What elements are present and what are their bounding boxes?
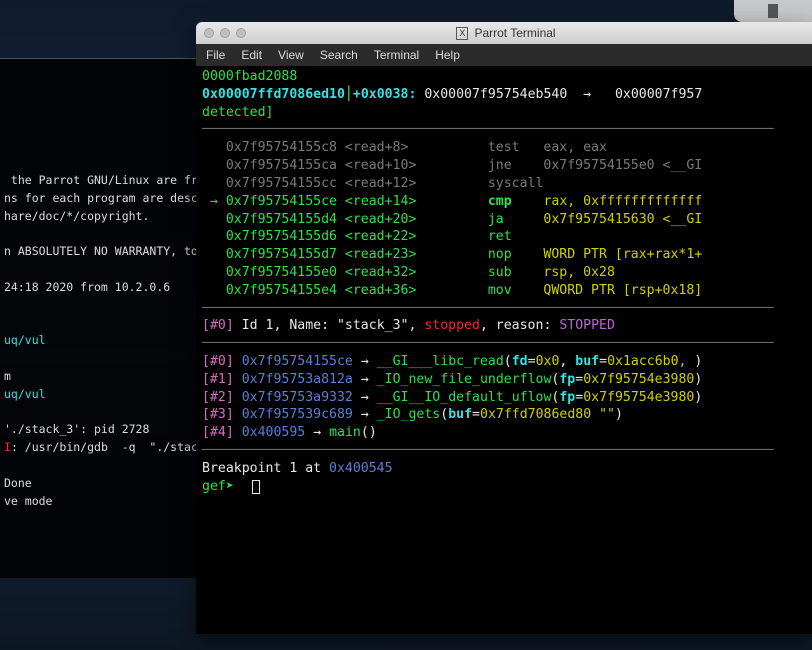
maximize-icon[interactable] bbox=[236, 28, 246, 38]
window-controls bbox=[196, 28, 254, 38]
minimize-icon[interactable] bbox=[220, 28, 230, 38]
menu-help[interactable]: Help bbox=[435, 48, 460, 62]
close-icon[interactable] bbox=[204, 28, 214, 38]
menu-edit[interactable]: Edit bbox=[241, 48, 262, 62]
cursor bbox=[252, 480, 260, 494]
window-title: X Parrot Terminal bbox=[254, 26, 758, 40]
menu-terminal[interactable]: Terminal bbox=[374, 48, 419, 62]
menubar: File Edit View Search Terminal Help bbox=[196, 44, 812, 66]
terminal-content[interactable]: 0000fbad2088 0x00007ffd7086ed10│+0x0038:… bbox=[196, 66, 812, 502]
menu-search[interactable]: Search bbox=[320, 48, 358, 62]
menu-view[interactable]: View bbox=[278, 48, 304, 62]
dock-panel bbox=[734, 0, 812, 22]
x11-icon: X bbox=[456, 27, 468, 40]
parrot-terminal-window[interactable]: X Parrot Terminal File Edit View Search … bbox=[196, 22, 812, 634]
menu-file[interactable]: File bbox=[206, 48, 225, 62]
window-titlebar[interactable]: X Parrot Terminal bbox=[196, 22, 812, 44]
dock-app-icon[interactable] bbox=[768, 4, 778, 18]
